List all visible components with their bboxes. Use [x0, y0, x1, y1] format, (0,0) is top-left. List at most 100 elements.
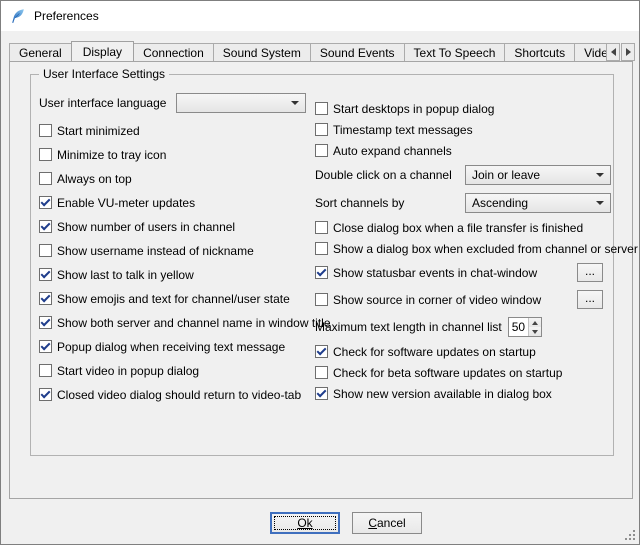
checkbox-row: Show username instead of nickname — [39, 244, 306, 257]
spinner-value: 50 — [509, 318, 528, 336]
checkbox-row: Closed video dialog should return to vid… — [39, 388, 306, 401]
checkbox-row: Popup dialog when receiving text message — [39, 340, 306, 353]
max-text-length-spinner[interactable]: 50 — [508, 317, 542, 337]
checkbox-show-username-instead-of-nickname[interactable] — [39, 244, 52, 257]
video-source-row: Show source in corner of video window ..… — [315, 290, 611, 309]
user-interface-settings-group: User Interface Settings User interface l… — [30, 74, 614, 456]
sort-channels-label: Sort channels by — [315, 196, 404, 210]
max-text-length-label: Maximum text length in channel list — [315, 320, 502, 334]
left-arrow-icon — [611, 48, 616, 56]
right-arrow-icon — [626, 48, 631, 56]
double-click-row: Double click on a channel Join or leave — [315, 165, 611, 185]
sort-channels-combobox[interactable]: Ascending — [465, 193, 611, 213]
up-arrow-icon — [532, 321, 538, 325]
language-row: User interface language — [39, 93, 306, 113]
checkbox-enable-vu-meter-updates[interactable] — [39, 196, 52, 209]
statusbar-events-more-button[interactable]: ... — [577, 263, 603, 282]
checkbox-label: Closed video dialog should return to vid… — [57, 388, 301, 402]
window-title: Preferences — [34, 9, 99, 23]
checkbox-row: Auto expand channels — [315, 144, 611, 157]
checkbox-label: Show both server and channel name in win… — [57, 316, 331, 330]
sort-channels-combobox-value: Ascending — [472, 196, 528, 210]
down-arrow-icon — [532, 330, 538, 334]
checkbox-row: Check for beta software updates on start… — [315, 366, 611, 379]
checkbox-show-statusbar-events[interactable] — [315, 266, 328, 279]
preferences-window: Preferences GeneralDisplayConnectionSoun… — [0, 0, 640, 545]
checkbox-row: Show emojis and text for channel/user st… — [39, 292, 306, 305]
spinner-up-button[interactable] — [529, 318, 541, 327]
checkbox-show-video-source[interactable] — [315, 293, 328, 306]
tab-general[interactable]: General — [9, 43, 72, 61]
checkbox-label: Show emojis and text for channel/user st… — [57, 292, 290, 306]
checkbox-auto-expand-channels[interactable] — [315, 144, 328, 157]
checkbox-row: Enable VU-meter updates — [39, 196, 306, 209]
double-click-combobox-value: Join or leave — [472, 168, 540, 182]
cancel-button[interactable]: Cancel — [352, 512, 422, 534]
tab-scroll-right-button[interactable] — [621, 43, 635, 61]
sort-channels-row: Sort channels by Ascending — [315, 193, 611, 213]
checkbox-close-dialog-box-when-a-file-transfer-is-finished[interactable] — [315, 221, 328, 234]
group-title: User Interface Settings — [39, 67, 169, 81]
checkbox-label: Timestamp text messages — [333, 123, 473, 137]
tab-shortcuts[interactable]: Shortcuts — [504, 43, 575, 61]
checkbox-row: Timestamp text messages — [315, 123, 611, 136]
tab-sound-events[interactable]: Sound Events — [310, 43, 405, 61]
language-label: User interface language — [39, 96, 166, 110]
checkbox-timestamp-text-messages[interactable] — [315, 123, 328, 136]
spinner-down-button[interactable] — [529, 327, 541, 336]
checkbox-label: Minimize to tray icon — [57, 148, 166, 162]
checkbox-always-on-top[interactable] — [39, 172, 52, 185]
resize-grip[interactable] — [623, 528, 635, 540]
checkbox-row: Start minimized — [39, 124, 306, 137]
checkbox-row: Show a dialog box when excluded from cha… — [315, 242, 611, 255]
checkbox-label: Check for software updates on startup — [333, 345, 536, 359]
title-bar[interactable]: Preferences — [1, 1, 639, 31]
tab-text-to-speech[interactable]: Text To Speech — [404, 43, 506, 61]
checkbox-label: Popup dialog when receiving text message — [57, 340, 285, 354]
tab-display[interactable]: Display — [71, 41, 134, 61]
chevron-down-icon — [596, 201, 604, 205]
ok-button-label: Ok — [297, 516, 312, 530]
tab-sound-system[interactable]: Sound System — [213, 43, 311, 61]
checkbox-label: Show username instead of nickname — [57, 244, 254, 258]
checkbox-label: Show number of users in channel — [57, 220, 235, 234]
checkbox-check-for-software-updates-on-startup[interactable] — [315, 345, 328, 358]
checkbox-row: Start desktops in popup dialog — [315, 102, 611, 115]
tab-video[interactable]: Video — [574, 43, 607, 61]
checkbox-show-a-dialog-box-when-excluded-from-channel-or-server[interactable] — [315, 242, 328, 255]
video-source-more-button[interactable]: ... — [577, 290, 603, 309]
checkbox-show-both-server-and-channel-name-in-window-title[interactable] — [39, 316, 52, 329]
chevron-down-icon — [596, 173, 604, 177]
checkbox-label: Auto expand channels — [333, 144, 452, 158]
checkbox-start-video-in-popup-dialog[interactable] — [39, 364, 52, 377]
checkbox-label: Show a dialog box when excluded from cha… — [333, 242, 638, 256]
checkbox-show-new-version-available-in-dialog-box[interactable] — [315, 387, 328, 400]
checkbox-popup-dialog-when-receiving-text-message[interactable] — [39, 340, 52, 353]
right-column: Start desktops in popup dialog Timestamp … — [315, 102, 611, 400]
checkbox-row: Start video in popup dialog — [39, 364, 306, 377]
tab-scroll-left-button[interactable] — [606, 43, 620, 61]
checkbox-row: Always on top — [39, 172, 306, 185]
checkbox-row: Show number of users in channel — [39, 220, 306, 233]
checkbox-start-minimized[interactable] — [39, 124, 52, 137]
double-click-combobox[interactable]: Join or leave — [465, 165, 611, 185]
checkbox-row: Show new version available in dialog box — [315, 387, 611, 400]
language-combobox[interactable] — [176, 93, 306, 113]
ok-button[interactable]: Ok — [270, 512, 340, 534]
checkbox-show-emojis-and-text-for-channel-user-state[interactable] — [39, 292, 52, 305]
checkbox-label: Close dialog box when a file transfer is… — [333, 221, 583, 235]
checkbox-start-desktops-in-popup-dialog[interactable] — [315, 102, 328, 115]
checkbox-closed-video-dialog-should-return-to-video-tab[interactable] — [39, 388, 52, 401]
checkbox-label: Always on top — [57, 172, 132, 186]
checkbox-show-number-of-users-in-channel[interactable] — [39, 220, 52, 233]
cancel-button-label: Cancel — [368, 516, 405, 530]
tab-connection[interactable]: Connection — [133, 43, 214, 61]
checkbox-row: Show last to talk in yellow — [39, 268, 306, 281]
checkbox-label: Start minimized — [57, 124, 140, 138]
checkbox-check-for-beta-software-updates-on-startup[interactable] — [315, 366, 328, 379]
left-column: User interface language Start minimized M… — [39, 93, 306, 401]
checkbox-show-last-to-talk-in-yellow[interactable] — [39, 268, 52, 281]
checkbox-minimize-to-tray-icon[interactable] — [39, 148, 52, 161]
checkbox-row: Close dialog box when a file transfer is… — [315, 221, 611, 234]
statusbar-events-row: Show statusbar events in chat-window ... — [315, 263, 611, 282]
